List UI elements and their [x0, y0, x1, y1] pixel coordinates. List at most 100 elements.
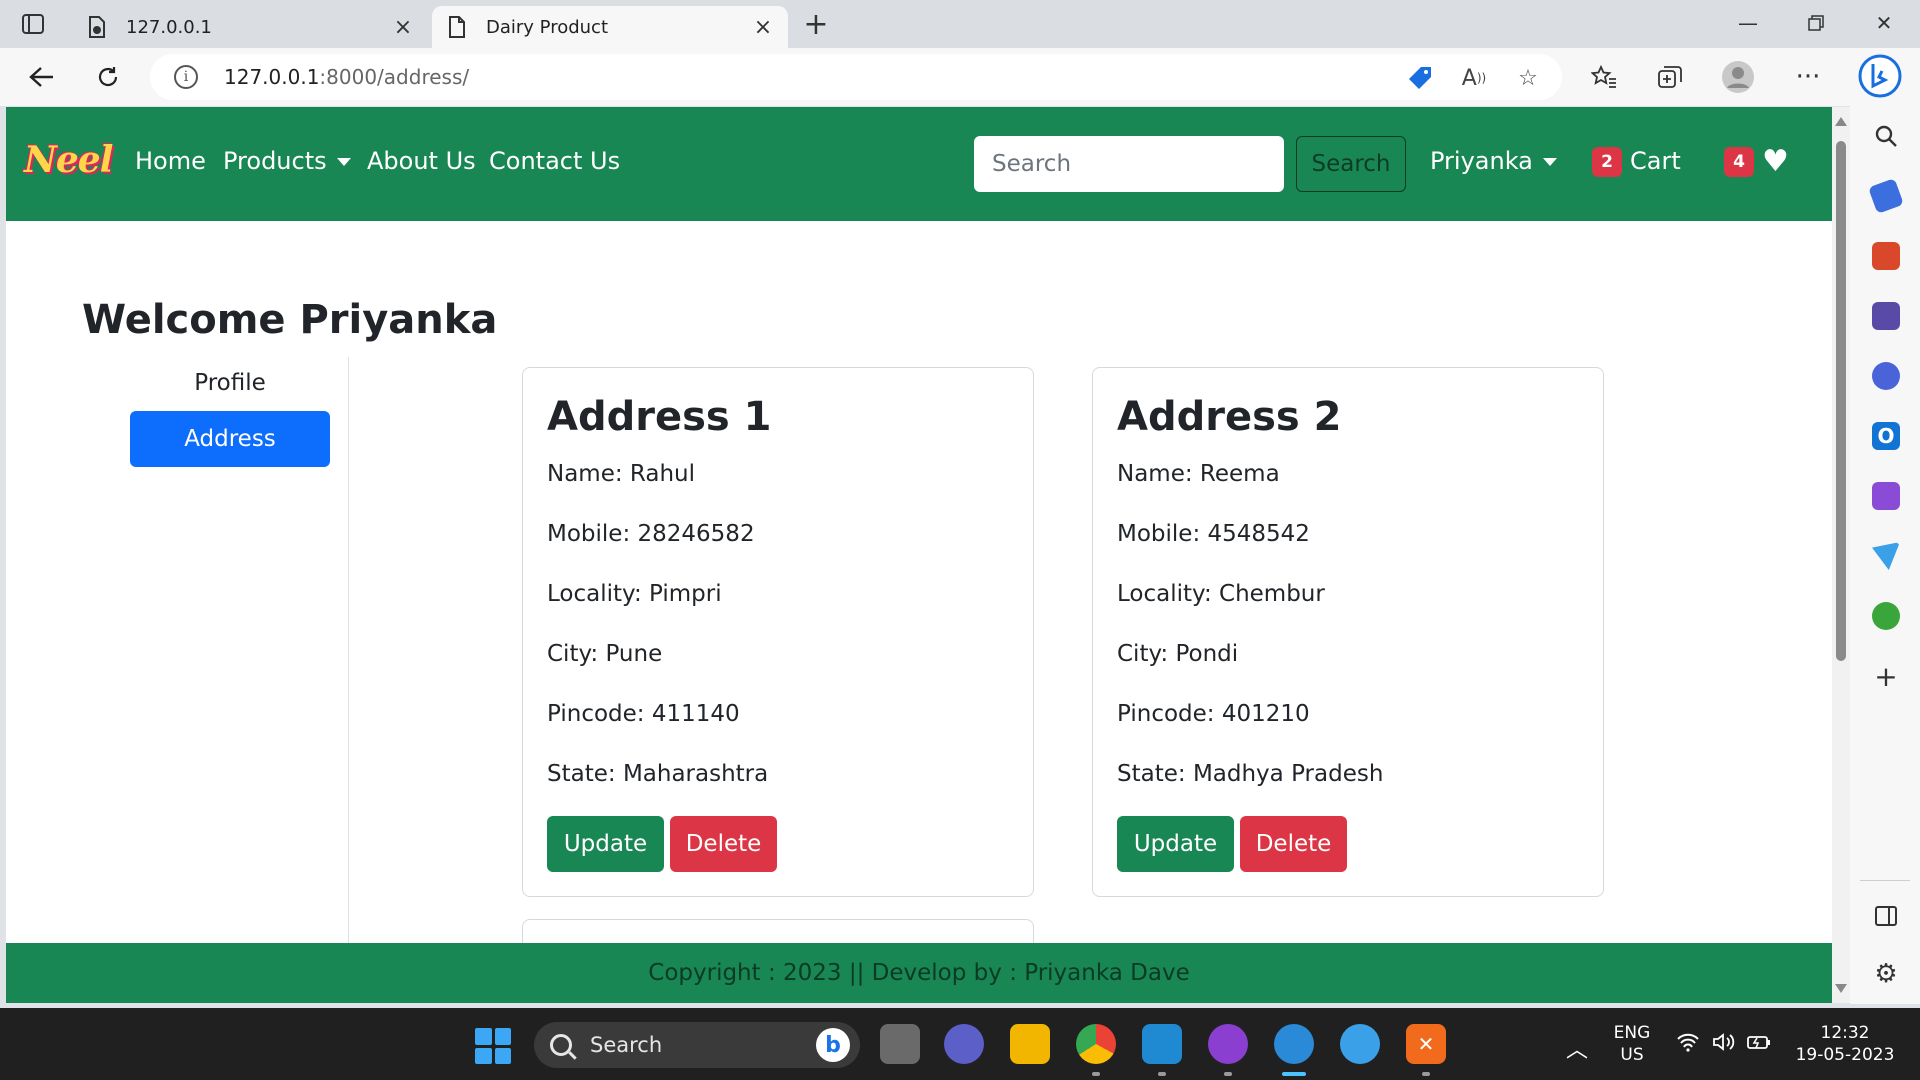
wishlist-count-badge: 4: [1724, 147, 1754, 177]
tree-icon[interactable]: [1872, 602, 1900, 630]
broken-page-icon: [86, 16, 108, 38]
more-options-icon[interactable]: ···: [1790, 60, 1826, 94]
show-hidden-icons-icon[interactable]: ︿: [1566, 1032, 1588, 1064]
search-button[interactable]: Search: [1296, 136, 1406, 192]
add-icon[interactable]: +: [1872, 660, 1900, 693]
split-screen-icon[interactable]: [1872, 902, 1900, 930]
cart-count-badge: 2: [1592, 147, 1622, 177]
refresh-icon[interactable]: [90, 60, 126, 94]
volume-icon[interactable]: [1712, 1032, 1736, 1058]
favorites-icon[interactable]: [1586, 60, 1622, 94]
search-input[interactable]: [974, 136, 1284, 192]
scroll-down-arrow-icon[interactable]: [1835, 984, 1847, 993]
nav-contact[interactable]: Contact Us: [489, 147, 620, 175]
task-view-icon[interactable]: [880, 1024, 920, 1064]
input-language[interactable]: ENG US: [1608, 1022, 1656, 1066]
browser-toolbar: i 127.0.0.1:8000/address/ A)) ☆ ···: [0, 48, 1920, 106]
address-city: City: Pondi: [1117, 641, 1239, 667]
address-pincode: Pincode: 411140: [547, 701, 740, 727]
address-card: Address 1 Name: Rahul Mobile: 28246582 L…: [522, 367, 1034, 897]
taskbar-search-box[interactable]: Search b: [534, 1022, 860, 1068]
github-desktop-icon[interactable]: [1208, 1024, 1248, 1064]
site-info-icon[interactable]: i: [174, 65, 198, 89]
page-scrollbar[interactable]: [1832, 107, 1850, 1003]
designer-icon[interactable]: [1872, 482, 1900, 510]
vscode-icon[interactable]: [1142, 1024, 1182, 1064]
restore-icon[interactable]: [1796, 8, 1836, 38]
wishlist-link[interactable]: 4 ♥: [1724, 147, 1789, 177]
send-icon[interactable]: [1872, 542, 1900, 570]
microsoft-365-icon[interactable]: [1872, 362, 1900, 390]
address-locality: Locality: Pimpri: [547, 581, 722, 607]
clock[interactable]: 12:32 19-05-2023: [1790, 1022, 1900, 1066]
github-running-indicator: [1224, 1072, 1232, 1076]
windows-start-icon[interactable]: [475, 1028, 511, 1064]
sidebar-separator: [1860, 880, 1910, 881]
coupon-tag-icon[interactable]: [1406, 64, 1434, 92]
paint-icon[interactable]: [1340, 1024, 1380, 1064]
collections-icon[interactable]: [1652, 60, 1688, 94]
scroll-up-arrow-icon[interactable]: [1835, 117, 1847, 126]
sidebar-item-profile[interactable]: Profile: [130, 370, 330, 396]
address-state: State: Maharashtra: [547, 761, 769, 787]
user-dropdown[interactable]: Priyanka: [1430, 147, 1557, 175]
settings-gear-icon[interactable]: ⚙: [1872, 959, 1900, 989]
search-icon[interactable]: [1872, 122, 1900, 150]
minimize-icon[interactable]: —: [1728, 8, 1768, 38]
search-icon: [550, 1034, 572, 1056]
bing-icon[interactable]: b: [816, 1028, 850, 1062]
page-viewport: Neel Home Products About Us Contact Us S…: [6, 107, 1832, 1003]
close-window-icon[interactable]: ✕: [1864, 8, 1904, 38]
battery-icon[interactable]: [1746, 1032, 1772, 1058]
brand-logo[interactable]: Neel: [24, 139, 113, 181]
chevron-down-icon: [336, 158, 351, 166]
teams-chat-icon[interactable]: [944, 1024, 984, 1064]
toolbox-icon[interactable]: [1872, 242, 1900, 270]
chrome-running-indicator: [1092, 1072, 1100, 1076]
close-tab-icon[interactable]: ×: [752, 15, 774, 40]
address-state: State: Madhya Pradesh: [1117, 761, 1384, 787]
cart-link[interactable]: 2 Cart: [1592, 147, 1681, 177]
nav-home[interactable]: Home: [135, 147, 206, 175]
url-text[interactable]: 127.0.0.1:8000/address/: [224, 65, 469, 89]
chrome-icon[interactable]: [1076, 1024, 1116, 1064]
shopping-tag-icon[interactable]: [1868, 178, 1904, 214]
back-icon[interactable]: [24, 60, 60, 94]
update-button[interactable]: Update: [547, 816, 664, 872]
read-aloud-icon[interactable]: A)): [1460, 64, 1488, 92]
tab-actions-icon[interactable]: [18, 10, 48, 38]
edge-icon[interactable]: [1274, 1024, 1314, 1064]
close-tab-icon[interactable]: ×: [392, 15, 414, 40]
bing-copilot-icon[interactable]: [1858, 54, 1902, 98]
outlook-icon[interactable]: O: [1872, 422, 1900, 450]
games-icon[interactable]: [1872, 302, 1900, 330]
page-icon: [446, 16, 468, 38]
browser-tab-strip: 127.0.0.1 × Dairy Product × + — ✕: [0, 0, 1920, 48]
profile-avatar-icon[interactable]: [1720, 60, 1756, 94]
xampp-running-indicator: [1422, 1072, 1430, 1076]
browser-tab-1[interactable]: 127.0.0.1 ×: [72, 6, 428, 48]
address-bar[interactable]: i 127.0.0.1:8000/address/ A)) ☆: [150, 54, 1562, 100]
scroll-thumb[interactable]: [1836, 141, 1846, 661]
nav-about[interactable]: About Us: [367, 147, 476, 175]
windows-taskbar: Search b ✕ ︿ ENG US 12:32 19-05-2023: [0, 1008, 1920, 1080]
address-name: Name: Rahul: [547, 461, 696, 487]
page-title: Welcome Priyanka: [82, 297, 498, 343]
new-tab-icon[interactable]: +: [800, 7, 832, 42]
delete-button[interactable]: Delete: [1240, 816, 1347, 872]
chevron-down-icon: [1542, 158, 1557, 166]
file-explorer-icon[interactable]: [1010, 1024, 1050, 1064]
update-button[interactable]: Update: [1117, 816, 1234, 872]
browser-tab-2[interactable]: Dairy Product ×: [432, 6, 788, 48]
xampp-icon[interactable]: ✕: [1406, 1024, 1446, 1064]
add-favorite-icon[interactable]: ☆: [1514, 64, 1542, 92]
address-mobile: Mobile: 28246582: [547, 521, 755, 547]
wifi-icon[interactable]: [1676, 1032, 1700, 1058]
delete-button[interactable]: Delete: [670, 816, 777, 872]
nav-products-dropdown[interactable]: Products: [223, 147, 351, 175]
address-name: Name: Reema: [1117, 461, 1280, 487]
address-locality: Locality: Chembur: [1117, 581, 1325, 607]
sidebar-item-address[interactable]: Address: [130, 411, 330, 467]
edge-active-indicator: [1282, 1072, 1306, 1076]
tab-title: Dairy Product: [486, 16, 609, 38]
